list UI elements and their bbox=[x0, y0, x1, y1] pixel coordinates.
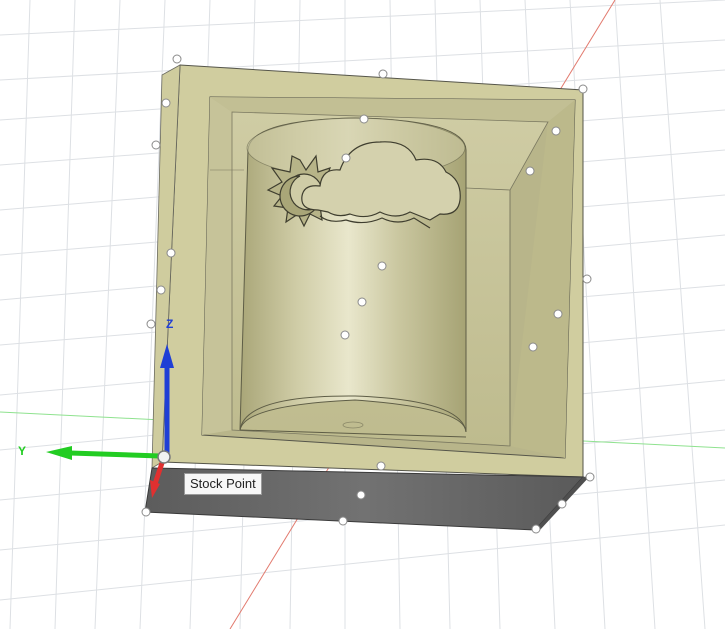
stock-point-tooltip: Stock Point bbox=[184, 473, 262, 495]
handle-point bbox=[359, 114, 369, 124]
handle-point bbox=[172, 54, 182, 64]
handle-point bbox=[551, 126, 561, 136]
handle-point bbox=[585, 472, 595, 482]
handle-point bbox=[357, 297, 367, 307]
y-axis-label: Y bbox=[18, 444, 26, 458]
handle-point bbox=[156, 285, 166, 295]
handle-point bbox=[525, 166, 535, 176]
handle-point bbox=[376, 461, 386, 471]
y-arrow-head[interactable] bbox=[46, 446, 72, 460]
handle-point bbox=[378, 69, 388, 79]
handle-point bbox=[377, 261, 387, 271]
3d-viewport[interactable]: Z Y Stock Point bbox=[0, 0, 725, 630]
y-arrow-shaft bbox=[69, 450, 161, 459]
handle-point bbox=[340, 330, 350, 340]
cylinder-model[interactable] bbox=[239, 117, 467, 438]
axis-triad[interactable]: Z Y bbox=[18, 317, 174, 498]
handle-point bbox=[578, 84, 588, 94]
z-axis-label: Z bbox=[166, 317, 173, 331]
handle-point bbox=[553, 309, 563, 319]
stock-box[interactable] bbox=[144, 64, 590, 531]
handle-point bbox=[146, 319, 156, 329]
handle-point bbox=[151, 140, 161, 150]
handle-point bbox=[356, 490, 366, 500]
stock-point-handle[interactable] bbox=[157, 450, 171, 464]
handle-point bbox=[582, 274, 592, 284]
viewport-canvas[interactable]: Z Y bbox=[0, 0, 725, 630]
handle-point bbox=[166, 248, 176, 258]
handle-point bbox=[338, 516, 348, 526]
handle-point bbox=[531, 524, 541, 534]
handle-point bbox=[557, 499, 567, 509]
handle-point bbox=[141, 507, 151, 517]
handle-point bbox=[341, 153, 351, 163]
handle-point bbox=[528, 342, 538, 352]
handle-point bbox=[161, 98, 171, 108]
